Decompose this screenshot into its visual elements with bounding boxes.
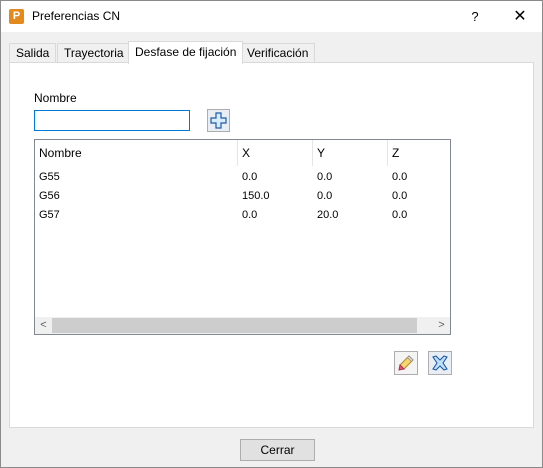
cell-z: 0.0 <box>392 209 408 221</box>
tab-panel: Nombre Nombre X Y Z G55 0.0 0.0 0.0 G56 <box>9 62 534 428</box>
tab-verificacion[interactable]: Verificación <box>240 43 316 63</box>
delete-x-icon <box>432 355 448 371</box>
cell-y: 0.0 <box>317 171 333 183</box>
tab-desfase-de-fijacion[interactable]: Desfase de fijación <box>128 41 244 64</box>
column-header-nombre[interactable]: Nombre <box>35 140 238 166</box>
cell-nombre: G56 <box>39 190 60 202</box>
plus-icon <box>210 112 227 129</box>
pencil-icon <box>398 355 414 371</box>
tab-trayectoria[interactable]: Trayectoria <box>57 43 131 63</box>
help-button[interactable]: ? <box>457 1 493 32</box>
close-window-button[interactable]: ✕ <box>498 1 542 32</box>
close-dialog-button[interactable]: Cerrar <box>240 439 315 461</box>
offsets-table[interactable]: Nombre X Y Z G55 0.0 0.0 0.0 G56 150.0 0… <box>34 139 451 335</box>
cell-x: 150.0 <box>242 190 270 202</box>
column-header-z[interactable]: Z <box>388 140 450 166</box>
table-row[interactable]: G57 0.0 20.0 0.0 <box>35 206 450 225</box>
name-label: Nombre <box>34 91 77 105</box>
horizontal-scrollbar[interactable]: < > <box>35 317 450 334</box>
cell-y: 20.0 <box>317 209 339 221</box>
dialog-window: P Preferencias CN ? ✕ Salida Trayectoria… <box>0 0 543 468</box>
window-title: Preferencias CN <box>32 9 121 23</box>
column-header-y[interactable]: Y <box>313 140 388 166</box>
table-header: Nombre X Y Z <box>35 140 450 166</box>
cell-x: 0.0 <box>242 209 258 221</box>
table-row[interactable]: G55 0.0 0.0 0.0 <box>35 168 450 187</box>
scroll-right-arrow[interactable]: > <box>433 317 450 334</box>
delete-offset-button[interactable] <box>428 351 452 375</box>
cell-nombre: G55 <box>39 171 60 183</box>
add-offset-button[interactable] <box>207 109 230 132</box>
scroll-thumb[interactable] <box>52 318 417 333</box>
cell-z: 0.0 <box>392 190 408 202</box>
app-icon: P <box>9 9 24 24</box>
cell-y: 0.0 <box>317 190 333 202</box>
cell-nombre: G57 <box>39 209 60 221</box>
scroll-left-arrow[interactable]: < <box>35 317 52 334</box>
tab-salida[interactable]: Salida <box>9 43 57 63</box>
cell-x: 0.0 <box>242 171 258 183</box>
edit-offset-button[interactable] <box>394 351 418 375</box>
title-bar: P Preferencias CN ? ✕ <box>1 1 542 32</box>
name-input[interactable] <box>34 110 190 131</box>
column-header-x[interactable]: X <box>238 140 313 166</box>
table-row[interactable]: G56 150.0 0.0 0.0 <box>35 187 450 206</box>
cell-z: 0.0 <box>392 171 408 183</box>
